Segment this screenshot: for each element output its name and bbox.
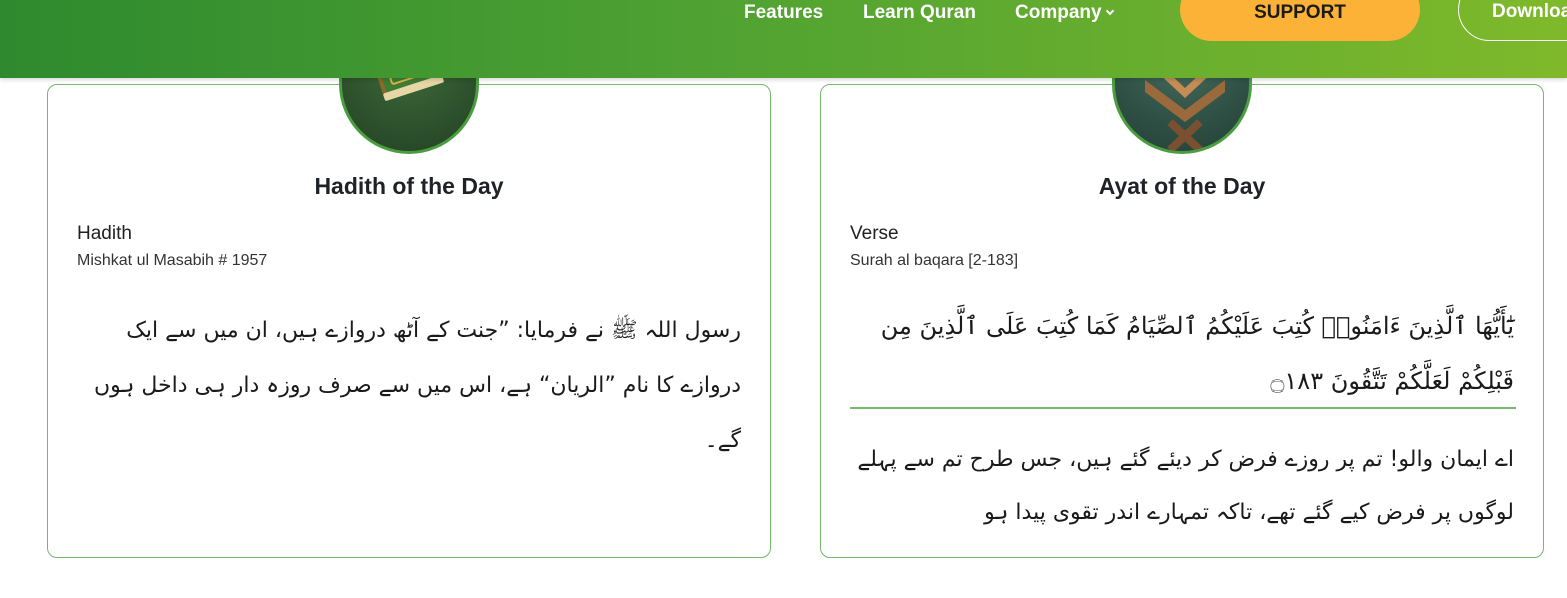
ayat-of-the-day-card: Ayat of the Day Verse Surah al baqara [2… bbox=[820, 84, 1544, 558]
nav-company-label: Company bbox=[1015, 2, 1102, 23]
nav-link-company[interactable]: Company bbox=[1015, 2, 1114, 24]
hadith-card-title: Hadith of the Day bbox=[314, 173, 504, 199]
nav-link-features[interactable]: Features bbox=[744, 2, 823, 24]
chevron-down-icon bbox=[1105, 6, 1114, 16]
nav-link-learn-quran[interactable]: Learn Quran bbox=[863, 2, 976, 24]
ayat-arabic-text: يَٰٓأَيُّهَا ٱلَّذِينَ ءَامَنُوا۟ كُتِبَ… bbox=[880, 312, 1514, 395]
top-navbar: Features Learn Quran Company SUPPORT Dow… bbox=[0, 0, 1567, 78]
download-button[interactable]: Download bbox=[1458, 0, 1567, 41]
support-button[interactable]: SUPPORT bbox=[1180, 0, 1420, 41]
ayat-card-title: Ayat of the Day bbox=[1098, 173, 1266, 199]
ayat-translation-text: اے ایمان والو! تم پر روزے فرض کر دیئے گئ… bbox=[857, 447, 1514, 525]
hadith-of-the-day-card: Hadith of the Day Hadith Mishkat ul Masa… bbox=[47, 84, 771, 558]
hadith-reference: Mishkat ul Masabih # 1957 bbox=[77, 252, 268, 269]
ayat-reference: Surah al baqara [2-183] bbox=[850, 252, 1019, 269]
ayat-label: Verse bbox=[850, 223, 899, 244]
ayat-divider bbox=[850, 407, 1516, 409]
hadith-text: رسول اللہ ﷺ نے فرمایا: ”جنت کے آٹھ درواز… bbox=[93, 318, 741, 453]
hadith-label: Hadith bbox=[77, 223, 132, 244]
